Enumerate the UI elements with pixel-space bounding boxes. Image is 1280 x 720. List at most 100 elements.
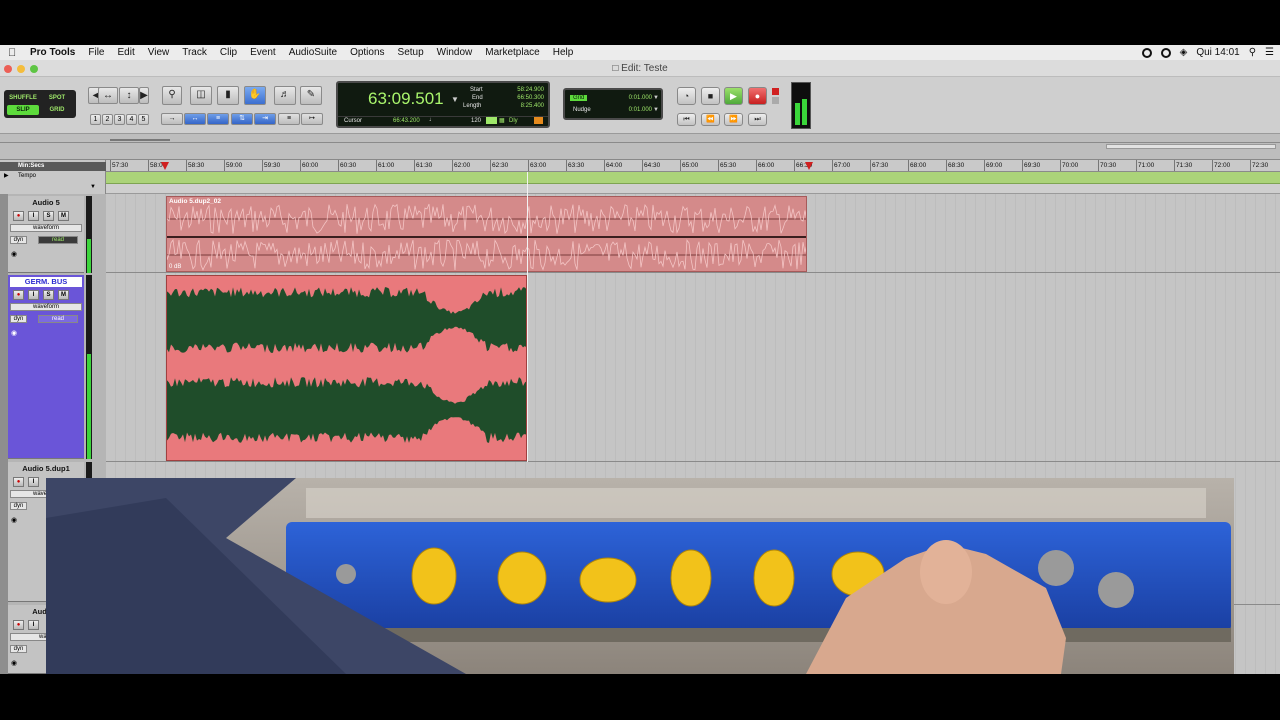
selection-end-marker[interactable] (805, 162, 813, 170)
shuffle-mode-button[interactable]: SHUFFLE (7, 93, 39, 103)
grid-row[interactable]: Grid 0:01.000 ▼ (568, 93, 660, 105)
selection-start-marker[interactable] (161, 162, 169, 170)
trim-tool-icon[interactable]: ◫ (190, 86, 212, 105)
online-icon[interactable]: ◔ (677, 87, 696, 105)
link-track-edit-button[interactable]: ≡ (207, 113, 229, 125)
automation-view-selector[interactable]: dyn (10, 502, 27, 510)
menubar-clock[interactable]: Qui 14:01 (1196, 47, 1239, 58)
horizontal-zoom-icon[interactable]: ↔ (98, 87, 118, 104)
apple-icon[interactable]:  (8, 47, 20, 59)
menu-marketplace[interactable]: Marketplace (485, 47, 539, 58)
mirror-midi-button[interactable]: ⇅ (231, 113, 253, 125)
menu-track[interactable]: Track (182, 47, 207, 58)
record-button[interactable]: ● (748, 87, 767, 105)
control-center-icon[interactable]: ☰ (1265, 47, 1274, 58)
play-button[interactable]: ▶ (724, 87, 743, 105)
zoomer-tool-icon[interactable]: ⚲ (162, 86, 182, 105)
end-value[interactable]: 66:50.300 (494, 95, 544, 101)
selector-tool-icon[interactable]: ▮ (217, 86, 239, 105)
grabber-hand-tool-icon[interactable]: ✋ (244, 86, 266, 105)
zoom-preset-1[interactable]: 1 (90, 114, 101, 125)
track-header-germ-bus[interactable]: GERM. BUS ● I S M waveform dyn read ◉ (8, 275, 84, 459)
input-monitor-button[interactable]: I (28, 620, 39, 630)
track-view-selector[interactable]: waveform (10, 303, 82, 311)
length-value[interactable]: 8:25.400 (494, 103, 544, 109)
tab-forward-button[interactable]: ↦ (301, 113, 323, 125)
timeline-ruler[interactable]: 57:30 58:00 58:30 59:00 59:30 60:00 60:30 61:00… (106, 160, 1280, 172)
delay-comp-icon[interactable]: ▦ (499, 117, 505, 124)
solo-button[interactable]: S (43, 290, 54, 300)
zoom-preset-5[interactable]: 5 (138, 114, 149, 125)
tempo-expand-icon[interactable]: ▶ (4, 172, 9, 179)
track-header-audio5[interactable]: Audio 5 ● I S M waveform dyn read ◉ (8, 196, 84, 273)
menu-app[interactable]: Pro Tools (30, 47, 75, 58)
universe-scroll-box[interactable] (1106, 144, 1276, 149)
marker-ruler[interactable] (106, 184, 1280, 194)
track-name[interactable]: Audio 5.dup1 (10, 464, 82, 474)
track-name[interactable]: Audio 5 (10, 198, 82, 208)
record-enable-button[interactable]: ● (13, 620, 24, 630)
playlist-icon[interactable]: ◉ (11, 659, 17, 667)
menu-audiosuite[interactable]: AudioSuite (289, 47, 337, 58)
record-enable-button[interactable]: ● (13, 477, 24, 487)
start-value[interactable]: 58:24.900 (494, 87, 544, 93)
menu-options[interactable]: Options (350, 47, 384, 58)
minsecs-ruler-header[interactable]: Min:Secs (0, 162, 106, 171)
wifi-icon[interactable]: ◈ (1180, 47, 1188, 58)
counter-format-dropdown-icon[interactable]: ▼ (451, 95, 459, 104)
input-monitor-button[interactable]: I (28, 290, 39, 300)
ruler-options-icon[interactable]: ▼ (90, 184, 96, 190)
playlist-icon[interactable]: ◉ (11, 329, 17, 337)
link-clip-button[interactable]: ≡ (278, 113, 300, 125)
delay-comp-label[interactable]: Dly (509, 118, 518, 124)
midi-merge-icon[interactable] (534, 117, 543, 124)
fast-forward-button[interactable]: ⏩ (724, 113, 743, 126)
track-name[interactable]: GERM. BUS (10, 277, 82, 287)
automation-mode-selector[interactable]: read (38, 236, 78, 244)
link-timeline-edit-button[interactable]: ↔ (184, 113, 206, 125)
nudge-row[interactable]: Nudge 0:01.000 ▼ (568, 105, 660, 117)
zoom-in-button[interactable]: ▶ (139, 87, 149, 104)
go-to-end-button[interactable]: ⏭ (748, 113, 767, 126)
menu-file[interactable]: File (88, 47, 104, 58)
scrubber-tool-icon[interactable]: ♬ (274, 86, 296, 105)
insertion-follows-playback-button[interactable]: ⇥ (254, 113, 276, 125)
zoom-preset-4[interactable]: 4 (126, 114, 137, 125)
mute-button[interactable]: M (58, 211, 69, 221)
playlist-icon[interactable]: ◉ (11, 250, 17, 258)
audio-clip-audio5-dup2-02[interactable]: Audio 5.dup2_02 0 dB (166, 196, 807, 272)
automation-mode-selector[interactable]: read (38, 315, 78, 323)
record-mode-indicator[interactable] (772, 88, 779, 95)
main-counter-value[interactable]: 63:09.501 (368, 89, 444, 109)
record-status-icon[interactable] (1141, 47, 1152, 58)
tempo-ruler[interactable] (106, 172, 1280, 184)
sync-icon[interactable] (1160, 47, 1171, 58)
tempo-ruler-enable-icon[interactable] (486, 117, 497, 124)
menu-view[interactable]: View (148, 47, 170, 58)
zoom-preset-2[interactable]: 2 (102, 114, 113, 125)
solo-button[interactable]: S (43, 211, 54, 221)
record-enable-button[interactable]: ● (13, 211, 24, 221)
vertical-zoom-icon[interactable]: ↕ (119, 87, 139, 104)
playlist-icon[interactable]: ◉ (11, 516, 17, 524)
mute-button[interactable]: M (58, 290, 69, 300)
menu-help[interactable]: Help (553, 47, 574, 58)
pre-roll-indicator[interactable] (772, 97, 779, 104)
menu-window[interactable]: Window (437, 47, 473, 58)
menu-clip[interactable]: Clip (220, 47, 237, 58)
clip-gain-label[interactable]: 0 dB (169, 264, 181, 270)
stop-button[interactable]: ■ (701, 87, 720, 105)
menu-event[interactable]: Event (250, 47, 276, 58)
track-view-selector[interactable]: waveform (10, 224, 82, 232)
automation-view-selector[interactable]: dyn (10, 236, 27, 244)
automation-view-selector[interactable]: dyn (10, 645, 27, 653)
spotlight-search-icon[interactable]: ⚲ (1249, 47, 1256, 58)
rewind-button[interactable]: ⏪ (701, 113, 720, 126)
zoom-preset-3[interactable]: 3 (114, 114, 125, 125)
menu-setup[interactable]: Setup (398, 47, 424, 58)
tempo-value[interactable]: 120 (471, 118, 481, 124)
tab-to-transient-button[interactable]: → (161, 113, 183, 125)
menu-edit[interactable]: Edit (118, 47, 135, 58)
input-monitor-button[interactable]: I (28, 477, 39, 487)
return-to-zero-button[interactable]: ⏮ (677, 113, 696, 126)
